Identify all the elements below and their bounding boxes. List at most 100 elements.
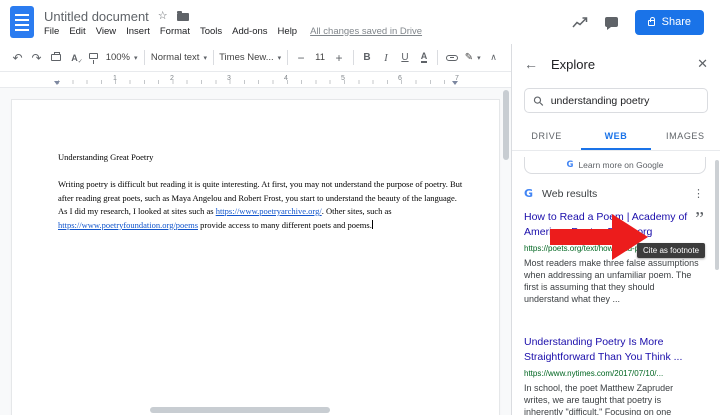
- tab-images[interactable]: IMAGES: [651, 123, 720, 150]
- top-header: Untitled document ☆ File Edit View Inser…: [0, 0, 720, 44]
- collapse-menus-button[interactable]: ∧: [484, 47, 503, 69]
- ruler-number: 6: [398, 75, 402, 82]
- left-margin-marker[interactable]: [54, 81, 60, 85]
- web-results-header: G Web results ⋮: [524, 187, 704, 200]
- menu-addons[interactable]: Add-ons: [227, 26, 272, 37]
- menu-file[interactable]: File: [44, 26, 64, 37]
- panel-scrollbar[interactable]: [715, 160, 719, 270]
- spellcheck-button[interactable]: A: [65, 47, 84, 69]
- horizontal-scrollbar[interactable]: [150, 407, 330, 413]
- back-arrow-icon[interactable]: ←: [524, 56, 538, 72]
- comment-bubble-icon: [604, 17, 618, 30]
- title-row: Untitled document ☆: [44, 8, 422, 25]
- vertical-scrollbar[interactable]: [503, 90, 509, 160]
- explore-search-box[interactable]: [524, 88, 708, 113]
- decrease-font-size-button[interactable]: −: [292, 47, 311, 69]
- page-content: Understanding Great Poetry Writing poetr…: [12, 100, 499, 232]
- underline-button[interactable]: U: [395, 47, 414, 69]
- explore-header: ← Explore ✕: [512, 44, 720, 84]
- chevron-down-icon: ▾: [277, 54, 282, 62]
- font-size-value[interactable]: 11: [311, 47, 330, 69]
- paragraph-text: . Other sites, such as: [321, 206, 392, 216]
- star-icon[interactable]: ☆: [158, 10, 168, 22]
- menu-bar: File Edit View Insert Format Tools Add-o…: [44, 26, 422, 37]
- text-cursor: [371, 219, 373, 229]
- link-icon: [445, 54, 458, 61]
- cite-as-footnote-button[interactable]: ”: [689, 209, 704, 229]
- zoom-value: 100%: [105, 52, 131, 63]
- docs-logo[interactable]: [10, 6, 34, 38]
- paint-roller-icon: [89, 53, 98, 64]
- toolbar: ↶ ↷ A 100%▾ Normal text▾ Times New...▾ −…: [0, 44, 511, 72]
- ruler-number: 4: [284, 75, 288, 82]
- redo-button[interactable]: ↷: [27, 47, 46, 69]
- google-g-icon: G: [566, 160, 574, 170]
- document-page[interactable]: Understanding Great Poetry Writing poetr…: [12, 100, 499, 415]
- result-link[interactable]: Understanding Poetry Is More Straightfor…: [524, 335, 700, 365]
- learn-more-card[interactable]: G Learn more on Google: [524, 157, 706, 174]
- poetryarchive-link[interactable]: https://www.poetryarchive.org/: [216, 206, 322, 216]
- tab-web[interactable]: WEB: [581, 123, 651, 150]
- spellcheck-icon: A: [71, 53, 82, 65]
- explore-search-input[interactable]: [550, 94, 699, 107]
- close-icon[interactable]: ✕: [697, 56, 708, 72]
- toolbar-divider: [212, 50, 214, 65]
- undo-button[interactable]: ↶: [8, 47, 27, 69]
- chevron-down-icon: ▾: [477, 54, 481, 62]
- move-folder-icon[interactable]: [176, 10, 189, 21]
- learn-more-label: Learn more on Google: [578, 160, 664, 170]
- saved-status-link[interactable]: All changes saved in Drive: [310, 26, 422, 37]
- bold-button[interactable]: B: [357, 47, 376, 69]
- lock-icon: [647, 17, 655, 26]
- insert-link-button[interactable]: [442, 47, 461, 69]
- google-g-icon: G: [524, 187, 534, 200]
- tab-drive[interactable]: DRIVE: [512, 123, 581, 150]
- pencil-icon: ✎: [464, 52, 474, 63]
- print-button[interactable]: [46, 47, 65, 69]
- ruler[interactable]: 1 2 3 4 5 6 7: [0, 72, 511, 88]
- result-snippet: In school, the poet Matthew Zapruder wri…: [524, 383, 674, 415]
- google-docs-app: Untitled document ☆ File Edit View Inser…: [0, 0, 720, 415]
- print-icon: [50, 52, 61, 61]
- paragraph-style-select[interactable]: Normal text ▾: [149, 47, 209, 69]
- activity-dashboard-icon[interactable]: [572, 16, 588, 29]
- right-margin-marker[interactable]: [452, 81, 458, 85]
- zoom-select[interactable]: 100% ▾: [103, 47, 140, 69]
- explore-title: Explore: [551, 56, 596, 72]
- more-options-icon[interactable]: ⋮: [689, 187, 708, 200]
- result-title-row: How to Read a Poem | Academy of American…: [524, 209, 704, 240]
- chevron-down-icon: ▾: [203, 54, 207, 62]
- toolbar-divider: [286, 50, 288, 65]
- menu-format[interactable]: Format: [155, 26, 195, 37]
- menu-insert[interactable]: Insert: [121, 26, 155, 37]
- editing-mode-button[interactable]: ✎ ▾: [461, 47, 484, 69]
- paint-format-button[interactable]: [84, 47, 103, 69]
- explore-results: G Learn more on Google G Web results ⋮ H…: [512, 151, 720, 415]
- style-value: Normal text: [150, 52, 200, 63]
- comments-icon[interactable]: [604, 17, 618, 30]
- poetryfoundation-link[interactable]: https://www.poetryfoundation.org/poems: [58, 220, 198, 230]
- document-paragraph[interactable]: Writing poetry is difficult but reading …: [58, 178, 463, 232]
- menu-view[interactable]: View: [91, 26, 121, 37]
- font-family-select[interactable]: Times New... ▾: [218, 47, 283, 69]
- text-color-button[interactable]: A: [414, 47, 433, 69]
- italic-button[interactable]: I: [376, 47, 395, 69]
- result-link[interactable]: How to Read a Poem | Academy of American…: [524, 210, 689, 240]
- share-label: Share: [661, 16, 691, 28]
- explore-tabs: DRIVE WEB IMAGES: [512, 123, 720, 151]
- document-title[interactable]: Untitled document: [44, 9, 149, 24]
- explore-panel: ← Explore ✕ DRIVE WEB IMAGES G Learn mor…: [511, 44, 720, 415]
- title-block: Untitled document ☆ File Edit View Inser…: [44, 8, 422, 37]
- menu-edit[interactable]: Edit: [64, 26, 90, 37]
- menu-help[interactable]: Help: [273, 26, 303, 37]
- cite-tooltip: Cite as footnote: [637, 243, 706, 258]
- ruler-number: 2: [170, 75, 174, 82]
- menu-tools[interactable]: Tools: [195, 26, 227, 37]
- increase-font-size-button[interactable]: +: [330, 47, 349, 69]
- toolbar-divider: [352, 50, 354, 65]
- toolbar-divider: [437, 50, 439, 65]
- document-heading[interactable]: Understanding Great Poetry: [58, 152, 463, 162]
- ruler-number: 1: [113, 75, 117, 82]
- ruler-number: 3: [227, 75, 231, 82]
- share-button[interactable]: Share: [634, 9, 704, 35]
